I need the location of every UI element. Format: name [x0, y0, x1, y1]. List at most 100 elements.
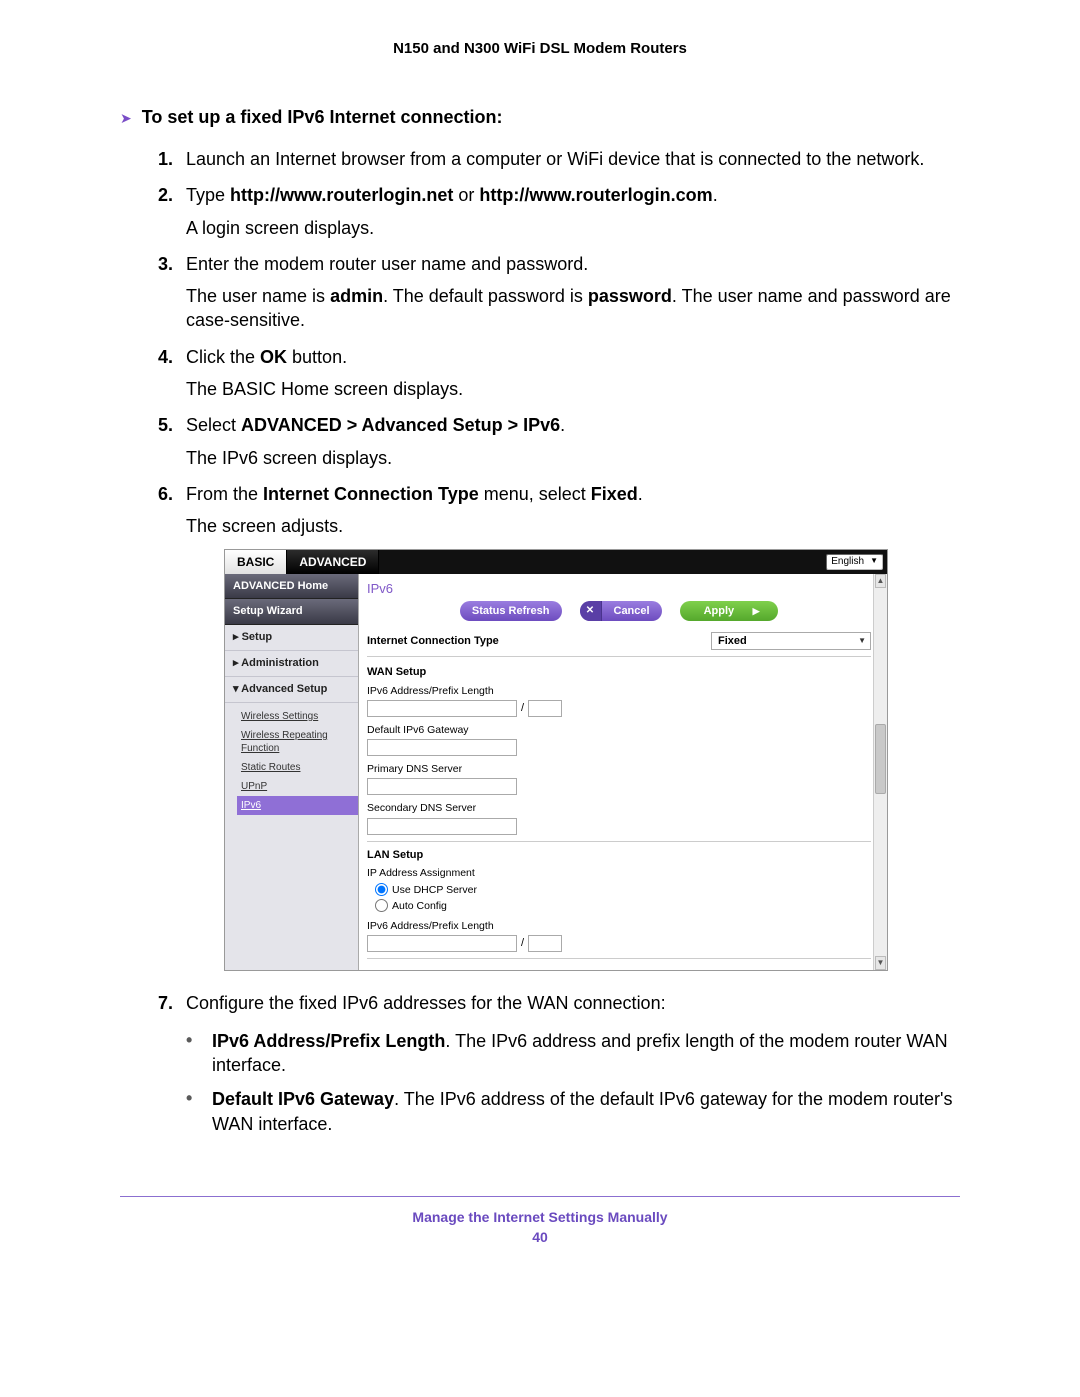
- radio-auto-label: Auto Config: [392, 899, 447, 913]
- sidebar-setup[interactable]: ▸ Setup: [225, 625, 358, 651]
- step-6-sub: The screen adjusts.: [186, 514, 960, 538]
- wan-addr-input[interactable]: [367, 700, 517, 717]
- wan-dns2-input[interactable]: [367, 818, 517, 835]
- wan-addr-inputs: /: [367, 700, 871, 717]
- action-buttons: Status Refresh ✕ Cancel Apply ▶: [367, 601, 871, 629]
- radio-dhcp-input[interactable]: [375, 883, 388, 896]
- chevron-down-icon: ▼: [858, 636, 866, 647]
- sublink-ipv6[interactable]: IPv6: [237, 796, 358, 815]
- ict-select[interactable]: Fixed ▼: [711, 632, 871, 650]
- step-6-b2: Fixed: [591, 484, 638, 504]
- status-refresh-button[interactable]: Status Refresh: [460, 601, 562, 621]
- step-3-text: Enter the modem router user name and pas…: [186, 254, 588, 274]
- step-6-pre: From the: [186, 484, 263, 504]
- wan-dns1-label: Primary DNS Server: [367, 762, 871, 776]
- arrow-right-icon: ➤: [120, 107, 132, 129]
- sidebar-administration[interactable]: ▸ Administration: [225, 651, 358, 677]
- ict-label: Internet Connection Type: [367, 634, 499, 649]
- section-title-row: ➤ To set up a fixed IPv6 Internet connec…: [120, 107, 960, 129]
- step-7: Configure the fixed IPv6 addresses for t…: [158, 991, 960, 1015]
- tab-advanced[interactable]: ADVANCED: [287, 550, 379, 574]
- apply-button[interactable]: Apply ▶: [680, 601, 779, 621]
- step-3-sub: The user name is admin. The default pass…: [186, 284, 960, 333]
- wan-dns1-input[interactable]: [367, 778, 517, 795]
- step-1: Launch an Internet browser from a comput…: [158, 147, 960, 171]
- wan-prefix-input[interactable]: [528, 700, 562, 717]
- step-3-sub-mid: . The default password is: [383, 286, 588, 306]
- ipv6-filtering-row: IPv6 Filtering Secured Open: [367, 965, 871, 969]
- step-1-text: Launch an Internet browser from a comput…: [186, 149, 924, 169]
- slash-icon: /: [521, 936, 524, 951]
- radio-dhcp[interactable]: Use DHCP Server: [375, 883, 871, 897]
- step-2: Type http://www.routerlogin.net or http:…: [158, 183, 960, 240]
- slash-icon: /: [521, 701, 524, 716]
- ict-value: Fixed: [718, 634, 747, 649]
- step-3: Enter the modem router user name and pas…: [158, 252, 960, 333]
- sidebar-advanced-setup[interactable]: ▾ Advanced Setup: [225, 677, 358, 703]
- lan-prefix-input[interactable]: [528, 935, 562, 952]
- step-2-url2: http://www.routerlogin.com: [479, 185, 712, 205]
- wan-addr-label: IPv6 Address/Prefix Length: [367, 684, 871, 698]
- sidebar-setup-wizard[interactable]: Setup Wizard: [225, 599, 358, 625]
- ip-assign-label: IP Address Assignment: [367, 866, 871, 880]
- lan-addr-inputs: /: [367, 935, 871, 952]
- content-area: IPv6 Status Refresh ✕ Cancel Apply ▶: [359, 574, 887, 970]
- step-4-pre: Click the: [186, 347, 260, 367]
- ict-row: Internet Connection Type Fixed ▼: [367, 629, 871, 657]
- topbar: BASIC ADVANCED English ▼: [225, 550, 887, 574]
- step-2-url1: http://www.routerlogin.net: [230, 185, 453, 205]
- step-5-sub: The IPv6 screen displays.: [186, 446, 960, 470]
- lan-setup-title: LAN Setup: [367, 848, 871, 863]
- sublink-wireless-settings[interactable]: Wireless Settings: [237, 707, 358, 726]
- step-2-mid: or: [453, 185, 479, 205]
- sidebar-advanced-home[interactable]: ADVANCED Home: [225, 574, 358, 600]
- step-5-pre: Select: [186, 415, 241, 435]
- scroll-down-icon[interactable]: ▼: [875, 956, 886, 970]
- step-4-post: button.: [287, 347, 347, 367]
- sub-bullets: IPv6 Address/Prefix Length. The IPv6 add…: [120, 1029, 960, 1136]
- apply-label: Apply: [692, 604, 747, 619]
- scroll-up-icon[interactable]: ▲: [875, 574, 886, 588]
- lan-addr-input[interactable]: [367, 935, 517, 952]
- radio-auto[interactable]: Auto Config: [375, 899, 871, 913]
- step-4-b: OK: [260, 347, 287, 367]
- sidebar: ADVANCED Home Setup Wizard ▸ Setup ▸ Adm…: [225, 574, 359, 970]
- close-icon: ✕: [580, 601, 602, 621]
- separator: [367, 958, 871, 959]
- page-title: IPv6: [367, 578, 871, 602]
- step-3-sub-b2: password: [588, 286, 672, 306]
- step-6-mid: menu, select: [479, 484, 591, 504]
- footer-page-number: 40: [120, 1229, 960, 1245]
- bullet-1: IPv6 Address/Prefix Length. The IPv6 add…: [186, 1029, 960, 1078]
- sublink-static-routes[interactable]: Static Routes: [237, 758, 358, 777]
- shot-body: ADVANCED Home Setup Wizard ▸ Setup ▸ Adm…: [225, 574, 887, 970]
- arrow-right-icon: ▶: [746, 605, 766, 617]
- sublink-wireless-repeating[interactable]: Wireless Repeating Function: [237, 726, 358, 758]
- step-4: Click the OK button. The BASIC Home scre…: [158, 345, 960, 402]
- sidebar-sublist: Wireless Settings Wireless Repeating Fun…: [225, 703, 358, 819]
- step-7-text: Configure the fixed IPv6 addresses for t…: [186, 993, 666, 1013]
- language-select[interactable]: English ▼: [826, 554, 883, 570]
- tab-basic[interactable]: BASIC: [225, 550, 287, 574]
- lan-addr-label: IPv6 Address/Prefix Length: [367, 919, 871, 933]
- wan-setup-title: WAN Setup: [367, 665, 871, 680]
- step-3-sub-b1: admin: [330, 286, 383, 306]
- wan-dns2-label: Secondary DNS Server: [367, 801, 871, 815]
- step-5-b: ADVANCED > Advanced Setup > IPv6: [241, 415, 560, 435]
- wan-gw-input[interactable]: [367, 739, 517, 756]
- router-screenshot: BASIC ADVANCED English ▼ ADVANCED Home S…: [224, 549, 888, 971]
- radio-auto-input[interactable]: [375, 899, 388, 912]
- document-header: N150 and N300 WiFi DSL Modem Routers: [120, 40, 960, 57]
- step-5: Select ADVANCED > Advanced Setup > IPv6.…: [158, 413, 960, 470]
- footer-rule: [120, 1196, 960, 1197]
- sublink-upnp[interactable]: UPnP: [237, 777, 358, 796]
- separator: [367, 841, 871, 842]
- scroll-thumb[interactable]: [875, 724, 886, 794]
- language-value: English: [831, 555, 864, 569]
- wan-gw-label: Default IPv6 Gateway: [367, 723, 871, 737]
- scrollbar[interactable]: ▲ ▼: [873, 574, 887, 970]
- step-6-post: .: [638, 484, 643, 504]
- bullet-2-b: Default IPv6 Gateway: [212, 1089, 394, 1109]
- cancel-button[interactable]: ✕ Cancel: [580, 601, 662, 621]
- bullet-2: Default IPv6 Gateway. The IPv6 address o…: [186, 1087, 960, 1136]
